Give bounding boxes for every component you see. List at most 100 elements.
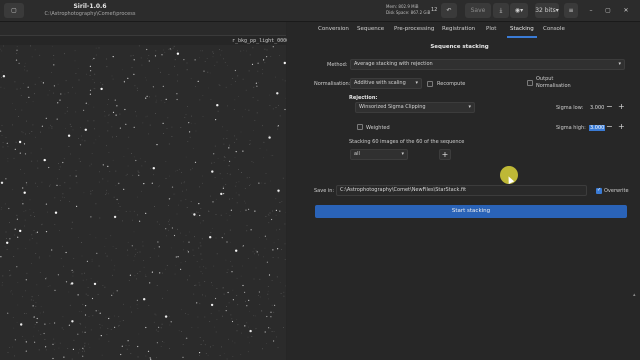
active-tab-indicator xyxy=(507,36,537,38)
stacking-info: Stacking 60 images of the 60 of the sequ… xyxy=(349,139,465,145)
rejection-value: Winsorized Sigma Clipping xyxy=(359,104,426,110)
star xyxy=(171,186,174,188)
star xyxy=(213,153,215,155)
star xyxy=(100,87,103,91)
image-view[interactable] xyxy=(0,45,286,360)
star xyxy=(227,291,229,294)
star xyxy=(119,127,121,129)
sigma-low-decrease-button[interactable]: − xyxy=(606,103,613,111)
star xyxy=(43,158,46,162)
recompute-checkbox[interactable] xyxy=(427,81,433,87)
star xyxy=(77,294,79,296)
star xyxy=(8,207,10,210)
thread-count: 12 xyxy=(431,7,438,13)
star xyxy=(138,174,140,176)
tab-stacking[interactable]: Stacking xyxy=(510,26,534,32)
tab-registration[interactable]: Registration xyxy=(442,26,475,32)
start-stacking-button[interactable]: Start stacking xyxy=(315,205,627,218)
star xyxy=(232,299,234,301)
tab-plot[interactable]: Plot xyxy=(486,26,496,32)
star xyxy=(15,59,18,61)
star xyxy=(257,62,259,64)
star xyxy=(116,105,118,107)
star xyxy=(158,246,160,248)
star xyxy=(84,331,86,333)
star xyxy=(183,59,185,61)
sigma-low-increase-button[interactable]: + xyxy=(618,103,625,111)
star xyxy=(161,54,163,56)
star xyxy=(114,99,116,101)
star xyxy=(45,203,48,205)
save-as-button[interactable]: ⤓ xyxy=(493,3,509,18)
sigma-high-increase-button[interactable]: + xyxy=(618,123,625,131)
notebook-tabs: Conversion Sequence Pre-processing Regis… xyxy=(287,22,632,38)
tab-conversion[interactable]: Conversion xyxy=(318,26,349,32)
output-normalisation-checkbox[interactable] xyxy=(527,80,533,86)
star xyxy=(254,210,256,212)
bit-depth-button[interactable]: 32 bits ▾ xyxy=(535,3,559,18)
snapshot-button[interactable]: ◉▾ xyxy=(510,3,528,18)
save-path-field[interactable]: C:\Astrophotography\Comet\NewFiles\StarS… xyxy=(336,185,587,196)
channel-tabs[interactable] xyxy=(0,22,286,36)
close-button[interactable]: ✕ xyxy=(620,3,632,18)
star xyxy=(194,59,196,61)
star xyxy=(268,274,271,276)
star xyxy=(221,237,223,239)
star xyxy=(84,314,87,316)
star xyxy=(242,284,244,287)
star xyxy=(75,175,77,177)
tab-console[interactable]: Console xyxy=(543,26,565,32)
star xyxy=(116,198,118,201)
star xyxy=(258,291,260,293)
star xyxy=(264,235,266,237)
method-select[interactable]: Average stacking with rejection ▾ xyxy=(350,59,625,70)
star xyxy=(211,170,214,173)
star xyxy=(188,122,190,124)
star xyxy=(133,73,135,75)
rejection-select[interactable]: Winsorized Sigma Clipping ▾ xyxy=(355,102,475,113)
star xyxy=(2,75,6,78)
star xyxy=(56,118,58,120)
star xyxy=(264,331,266,333)
star xyxy=(225,310,227,312)
star xyxy=(235,151,237,153)
star xyxy=(145,212,147,214)
save-button[interactable]: Save xyxy=(465,3,491,18)
output-normalisation-label: Output Normalisation xyxy=(536,76,571,90)
overwrite-checkbox[interactable] xyxy=(596,187,602,194)
add-filter-button[interactable]: + xyxy=(439,149,451,160)
star xyxy=(186,337,188,339)
sigma-high-decrease-button[interactable]: − xyxy=(606,123,613,131)
star xyxy=(44,323,46,325)
star xyxy=(16,49,18,51)
star xyxy=(89,93,91,95)
star xyxy=(108,317,110,320)
star xyxy=(123,188,125,190)
star xyxy=(111,294,113,296)
star xyxy=(17,236,19,238)
maximize-button[interactable]: ▢ xyxy=(602,3,614,18)
maximize-icon: ▢ xyxy=(605,7,611,14)
image-selection-select[interactable]: all ▾ xyxy=(350,149,408,160)
panel-scrollbar[interactable]: ▴ xyxy=(632,62,638,360)
star xyxy=(42,82,45,84)
star xyxy=(16,266,18,268)
star xyxy=(19,229,22,233)
star xyxy=(228,147,230,149)
menu-button[interactable]: ≡ xyxy=(564,3,578,18)
camera-icon: ◉▾ xyxy=(514,7,524,14)
star xyxy=(9,238,11,240)
star xyxy=(231,271,233,273)
star xyxy=(28,96,30,98)
tab-pre-processing[interactable]: Pre-processing xyxy=(394,26,434,32)
star xyxy=(235,249,238,252)
minimize-button[interactable]: – xyxy=(585,3,597,18)
normalisation-select[interactable]: Additive with scaling ▾ xyxy=(350,78,422,89)
undo-button[interactable]: ↶ xyxy=(441,3,457,18)
sigma-low-value[interactable]: 3.000 xyxy=(590,105,604,111)
tab-sequence[interactable]: Sequence xyxy=(357,26,384,32)
sigma-high-value[interactable]: 3.000 xyxy=(589,125,606,131)
star xyxy=(118,182,120,184)
star xyxy=(86,260,88,262)
weighted-checkbox[interactable] xyxy=(357,124,363,130)
